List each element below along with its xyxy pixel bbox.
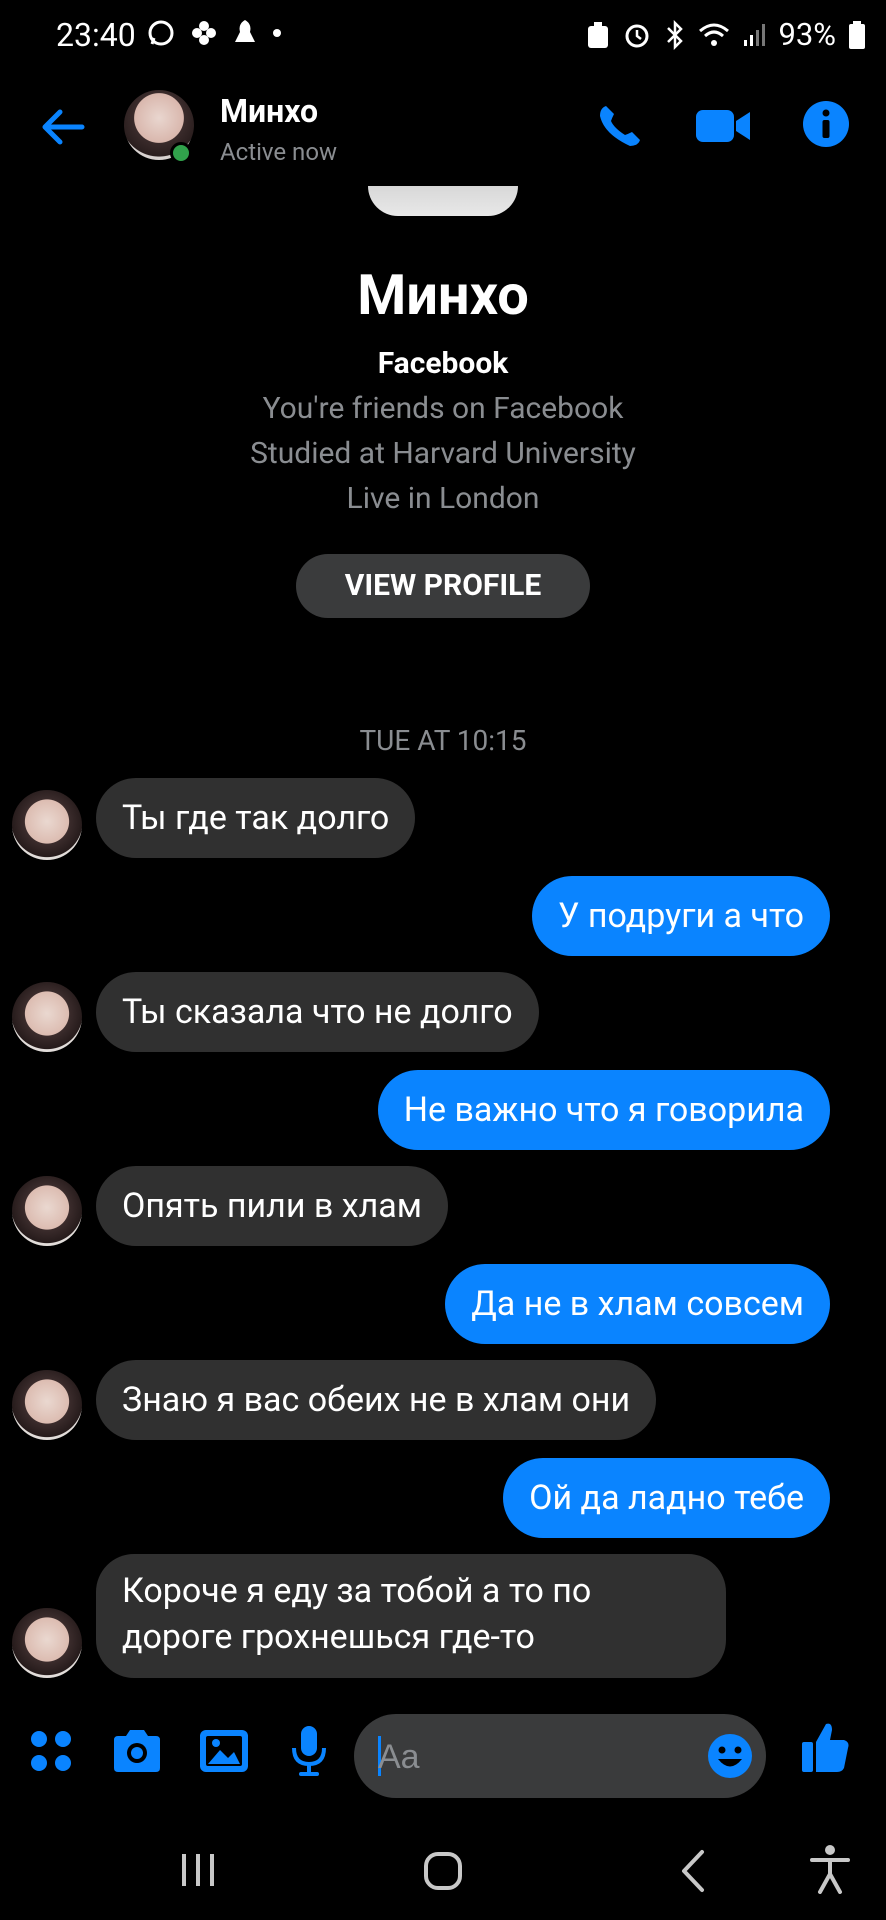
back-nav-icon[interactable] [676,1848,710,1894]
recycle-icon [588,21,609,48]
system-navigation-bar [0,1820,886,1920]
menu-dots-icon[interactable] [28,1728,74,1774]
status-time: 23:40 [56,16,136,54]
battery-percent: 93% [778,16,836,53]
message-outgoing[interactable]: Да не в хлам совсем [445,1264,830,1344]
sender-avatar[interactable] [12,790,82,860]
notification-icon [235,20,255,42]
sender-avatar[interactable] [12,1608,82,1678]
profile-line-1: You're friends on Facebook [262,391,624,426]
bluetooth-icon [667,19,684,50]
message-incoming[interactable]: Опять пили в хлам [96,1166,448,1246]
info-icon[interactable] [802,100,850,148]
sender-avatar[interactable] [12,1176,82,1246]
message-incoming[interactable]: Ты где так долго [96,778,416,858]
message-outgoing[interactable]: Ой да ладно тебе [503,1458,830,1538]
message-outgoing[interactable]: У подруги а что [532,876,830,956]
online-indicator [170,142,192,164]
battery-icon [849,20,865,49]
message-line-2: дороге грохнешься где-то [122,1617,535,1657]
emoji-icon[interactable] [706,1732,754,1780]
message-input[interactable] [376,1728,700,1786]
back-arrow-icon[interactable] [38,102,88,152]
composer-bar [0,1690,886,1820]
profile-photo[interactable] [368,186,518,216]
phone-icon[interactable] [594,100,646,152]
view-profile-button[interactable]: VIEW PROFILE [296,554,590,618]
wifi-icon [699,23,730,46]
sender-avatar[interactable] [12,1370,82,1440]
profile-line-3: Live in London [346,481,540,516]
dot-icon [273,29,281,37]
gallery-icon[interactable] [198,1728,250,1774]
profile-platform: Facebook [377,346,509,381]
message-incoming[interactable]: Знаю я вас обеих не в хлам они [96,1360,657,1440]
camera-icon[interactable] [110,1728,164,1774]
contact-name[interactable]: Минхо [220,92,318,130]
message-input-container[interactable] [354,1714,766,1798]
message-line-1: Короче я еду за тобой а то по [122,1571,592,1611]
microphone-icon[interactable] [290,1724,328,1778]
thumbs-up-icon[interactable] [800,1720,850,1774]
whatsapp-icon [148,20,174,46]
alarm-icon [625,24,649,47]
message-outgoing[interactable]: Не важно что я говорила [377,1070,830,1150]
profile-name: Минхо [357,262,529,328]
recent-apps-icon[interactable] [178,1850,218,1890]
status-bar: 23:40 93% [0,0,886,70]
video-camera-icon[interactable] [694,100,752,152]
message-incoming-multiline[interactable]: Короче я еду за тобой а то по дороге гро… [96,1554,726,1678]
profile-line-2: Studied at Harvard University [250,436,636,471]
message-timestamp: TUE AT 10:15 [359,724,527,757]
flower-icon [192,21,216,45]
accessibility-icon[interactable] [808,1844,852,1894]
home-icon[interactable] [422,1850,464,1892]
contact-status: Active now [220,138,338,166]
signal-icon [744,23,766,46]
conversation-header: Минхо Active now [0,80,886,180]
message-incoming[interactable]: Ты сказала что не долго [96,972,539,1052]
sender-avatar[interactable] [12,982,82,1052]
